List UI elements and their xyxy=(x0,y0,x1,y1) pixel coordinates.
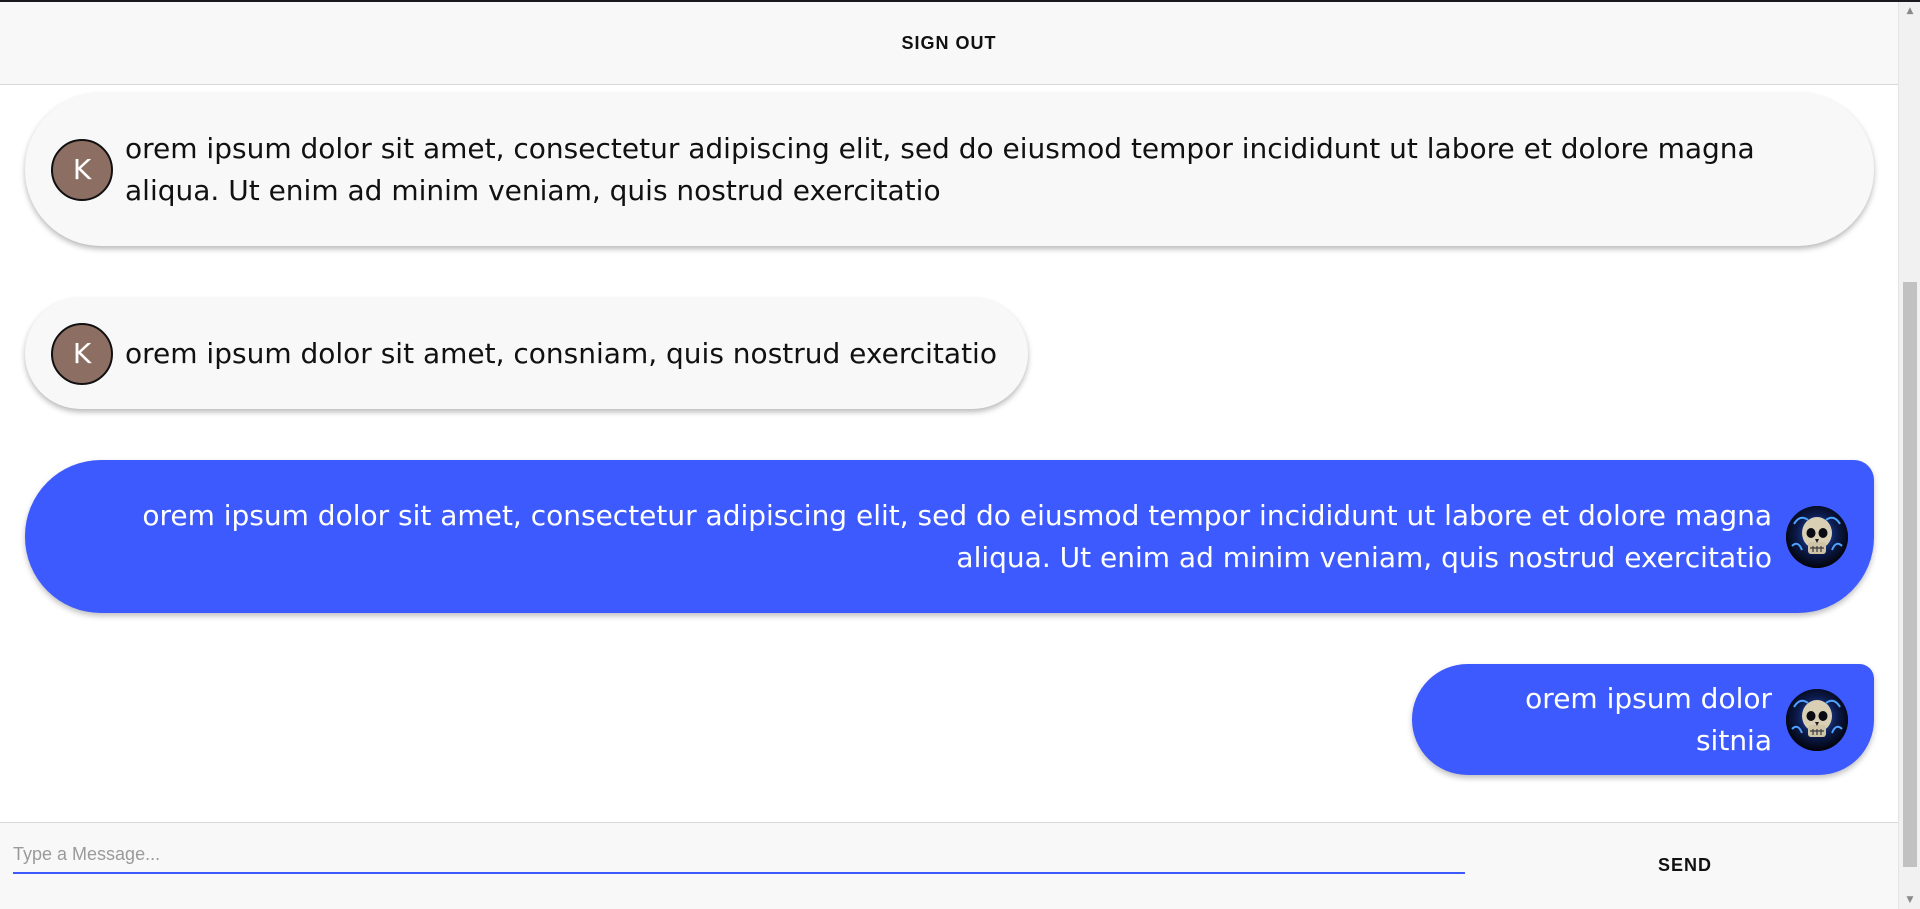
skull-avatar-icon xyxy=(1786,505,1848,568)
message-text: orem ipsum dolor sit amet, consectetur a… xyxy=(125,131,1755,207)
composer-bar: SEND xyxy=(0,822,1898,909)
vertical-scrollbar[interactable]: ▲ ▼ xyxy=(1898,2,1920,909)
message-text: orem ipsum dolor sit amet, consectetur a… xyxy=(142,498,1772,574)
avatar: K xyxy=(51,322,113,385)
send-button[interactable]: SEND xyxy=(1600,843,1770,887)
scroll-down-icon[interactable]: ▼ xyxy=(1899,891,1920,909)
message-sent: orem ipsum dolor sitnia xyxy=(1412,664,1874,775)
message-received: K orem ipsum dolor sit amet, consectetur… xyxy=(25,93,1874,246)
message-received: K orem ipsum dolor sit amet, consniam, q… xyxy=(25,298,1028,409)
message-list: K orem ipsum dolor sit amet, consectetur… xyxy=(0,85,1898,821)
top-bar: SIGN OUT xyxy=(0,2,1898,85)
chat-app: SIGN OUT K orem ipsum dolor sit amet, co… xyxy=(0,2,1920,909)
scroll-thumb[interactable] xyxy=(1903,282,1917,867)
scroll-up-icon[interactable]: ▲ xyxy=(1899,2,1920,20)
sign-out-button[interactable]: SIGN OUT xyxy=(895,32,1002,55)
message-text: orem ipsum dolor sitnia xyxy=(1525,681,1772,757)
skull-avatar-icon xyxy=(1786,688,1848,751)
message-input[interactable] xyxy=(13,836,1465,874)
message-sent: orem ipsum dolor sit amet, consectetur a… xyxy=(25,460,1874,613)
avatar: K xyxy=(51,138,113,201)
message-text: orem ipsum dolor sit amet, consniam, qui… xyxy=(125,336,997,370)
